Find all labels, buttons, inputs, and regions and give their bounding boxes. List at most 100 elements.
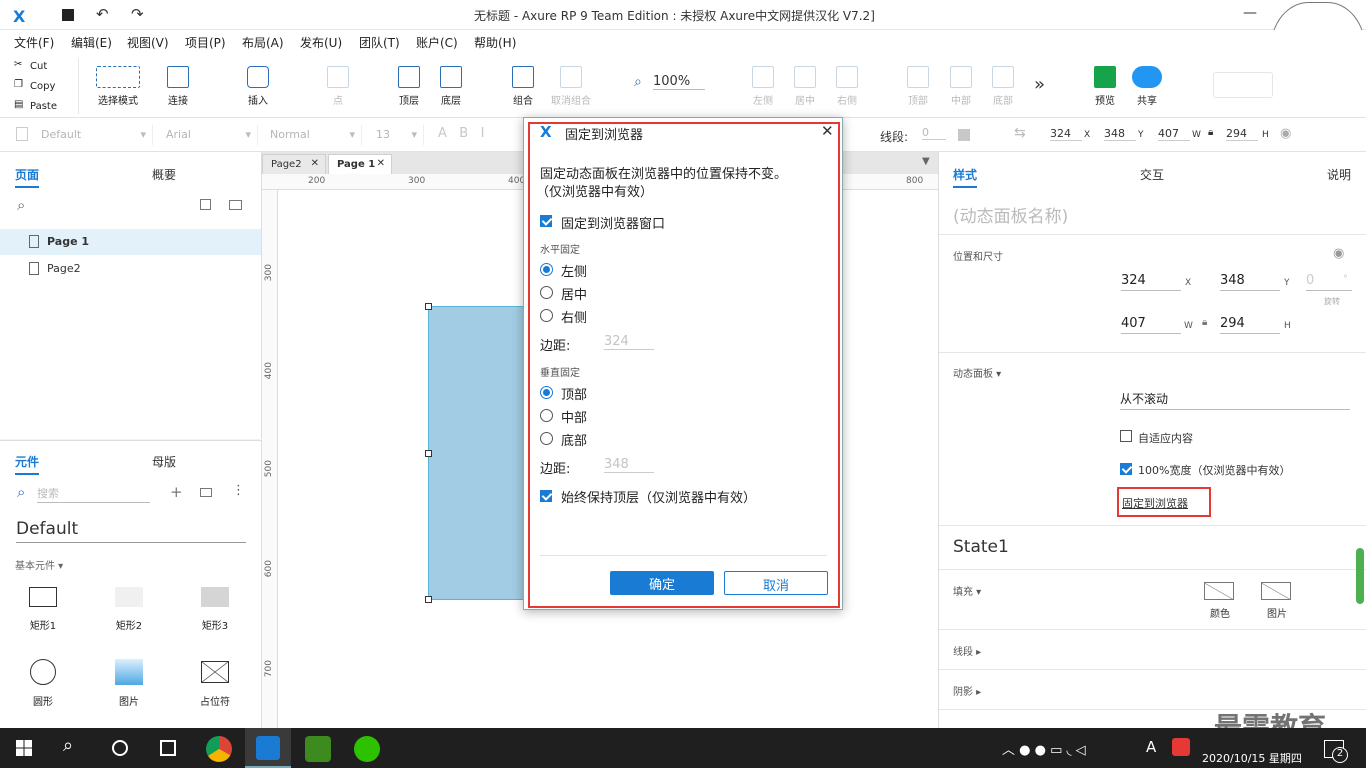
align-middle-button[interactable]: 中部 xyxy=(941,66,981,107)
state-name[interactable]: State1 xyxy=(953,537,1009,557)
panel-name-input[interactable]: (动态面板名称) xyxy=(953,202,1068,227)
bring-top-button[interactable]: 顶层 xyxy=(389,66,429,107)
add-folder-icon[interactable] xyxy=(229,200,242,210)
tab-libraries[interactable]: 元件 xyxy=(15,453,40,475)
h-margin-input[interactable]: 324 xyxy=(604,334,654,350)
lock-icon[interactable]: 🔒︎ xyxy=(1208,127,1213,138)
lock-icon[interactable]: 🔒︎ xyxy=(1202,317,1207,328)
redo-icon[interactable]: ↷ xyxy=(131,5,144,23)
resize-handle[interactable] xyxy=(425,596,432,603)
tab-masters[interactable]: 母版 xyxy=(152,453,176,470)
widget-rect1[interactable]: 矩形1 xyxy=(13,587,73,632)
scrollbar-thumb[interactable] xyxy=(1356,548,1364,604)
v-middle-radio[interactable] xyxy=(540,409,553,422)
w-input[interactable]: 407 xyxy=(1121,316,1181,334)
h-center-radio[interactable] xyxy=(540,286,553,299)
align-bottom-button[interactable]: 底部 xyxy=(983,66,1023,107)
ungroup-button[interactable]: 取消组合 xyxy=(546,66,596,107)
fit-content-checkbox[interactable] xyxy=(1120,430,1132,442)
visibility-eye-icon[interactable]: ◉ xyxy=(1280,126,1291,141)
send-bottom-button[interactable]: 底层 xyxy=(431,66,471,107)
fmt-h-input[interactable]: 294 xyxy=(1226,127,1258,141)
image-viewer-icon[interactable] xyxy=(305,736,331,762)
h-input[interactable]: 294 xyxy=(1220,316,1280,334)
menu-view[interactable]: 视图(V) xyxy=(127,34,169,51)
library-copy-icon[interactable] xyxy=(200,488,212,497)
swap-icon[interactable]: ⇆ xyxy=(1014,125,1026,141)
chrome-icon[interactable] xyxy=(206,736,232,762)
group-button[interactable]: 组合 xyxy=(503,66,543,107)
shadow-label[interactable]: 阴影 ▸ xyxy=(953,683,981,698)
dynamic-panel-label[interactable]: 动态面板 ▾ xyxy=(953,365,1001,380)
tab-outline[interactable]: 概要 xyxy=(152,166,176,183)
fmt-w-input[interactable]: 407 xyxy=(1158,127,1190,141)
more-menu-icon[interactable]: ⋮ xyxy=(232,483,245,498)
x-input[interactable]: 324 xyxy=(1121,273,1181,291)
fmt-x-input[interactable]: 324 xyxy=(1050,127,1082,141)
text-style-icons[interactable]: A B I xyxy=(438,126,484,141)
scroll-select[interactable]: 从不滚动 xyxy=(1120,390,1350,410)
fill-label[interactable]: 填充 ▾ xyxy=(953,583,981,598)
pin-window-checkbox[interactable] xyxy=(540,215,552,227)
sogou-icon[interactable] xyxy=(1172,738,1190,756)
dynamic-panel-shape[interactable] xyxy=(428,306,536,600)
copy-button[interactable]: ❐ Copy xyxy=(0,76,72,96)
border-label[interactable]: 线段 ▸ xyxy=(953,643,981,658)
line-width-input[interactable]: 0 xyxy=(922,126,946,140)
fill-color-swatch[interactable] xyxy=(1204,582,1234,600)
page-item[interactable]: Page2 xyxy=(0,256,261,282)
fill-image-swatch[interactable] xyxy=(1261,582,1291,600)
menu-publish[interactable]: 发布(U) xyxy=(300,34,342,51)
v-top-radio[interactable] xyxy=(540,386,553,399)
insert-button[interactable]: 插入 xyxy=(238,66,278,107)
widget-placeholder[interactable]: 占位符 xyxy=(185,659,245,708)
align-left-button[interactable]: 左侧 xyxy=(743,66,783,107)
y-input[interactable]: 348 xyxy=(1220,273,1280,291)
paste-button[interactable]: ▤ Paste xyxy=(0,96,72,116)
windows-start-icon[interactable] xyxy=(16,740,32,756)
clock-date[interactable]: 2020/10/15 星期四 xyxy=(1202,750,1302,766)
widget-search-input[interactable]: 搜索 xyxy=(37,485,150,503)
wechat-icon[interactable] xyxy=(354,736,380,762)
line-color-icon[interactable] xyxy=(958,129,970,141)
menu-team[interactable]: 团队(T) xyxy=(359,34,400,51)
login-field[interactable] xyxy=(1213,72,1273,98)
task-view-icon[interactable] xyxy=(160,740,176,756)
paint-format-icon[interactable] xyxy=(16,127,28,141)
cancel-button[interactable]: 取消 xyxy=(724,571,828,595)
resize-handle[interactable] xyxy=(425,450,432,457)
full-width-checkbox[interactable] xyxy=(1120,463,1132,475)
tab-pages[interactable]: 页面 xyxy=(15,166,40,188)
style-select[interactable]: Default xyxy=(33,125,153,145)
fmt-y-input[interactable]: 348 xyxy=(1104,127,1136,141)
tab-page2[interactable]: Page2 ✕ xyxy=(262,154,326,174)
library-select[interactable]: Default xyxy=(16,519,246,543)
cortana-icon[interactable] xyxy=(112,740,128,756)
menu-account[interactable]: 账户(C) xyxy=(416,34,458,51)
close-icon[interactable]: ✕ xyxy=(377,158,385,169)
tab-style[interactable]: 样式 xyxy=(953,166,978,188)
connect-button[interactable]: 连接 xyxy=(158,66,198,107)
search-icon[interactable]: ⌕ xyxy=(63,735,73,756)
align-right-button[interactable]: 右侧 xyxy=(827,66,867,107)
menu-help[interactable]: 帮助(H) xyxy=(474,34,516,51)
widget-rect3[interactable]: 矩形3 xyxy=(185,587,245,632)
size-select[interactable]: 13 xyxy=(368,125,424,145)
undo-icon[interactable]: ↶ xyxy=(96,5,109,23)
close-icon[interactable]: ✕ xyxy=(821,122,834,140)
align-top-button[interactable]: 顶部 xyxy=(898,66,938,107)
menu-project[interactable]: 项目(P) xyxy=(185,34,226,51)
search-icon[interactable]: ⌕ xyxy=(17,196,25,214)
widget-circle[interactable]: 圆形 xyxy=(13,659,73,708)
close-icon[interactable]: ✕ xyxy=(311,158,319,169)
menu-file[interactable]: 文件(F) xyxy=(14,34,54,51)
align-center-button[interactable]: 居中 xyxy=(785,66,825,107)
widget-group-label[interactable]: 基本元件 ▾ xyxy=(15,557,63,572)
page-item[interactable]: Page 1 xyxy=(0,229,261,255)
ime-indicator[interactable]: A xyxy=(1146,738,1156,756)
ok-button[interactable]: 确定 xyxy=(610,571,714,595)
chevron-down-icon[interactable]: ▼ xyxy=(922,156,930,167)
h-left-radio[interactable] xyxy=(540,263,553,276)
h-right-radio[interactable] xyxy=(540,309,553,322)
menu-layout[interactable]: 布局(A) xyxy=(242,34,284,51)
